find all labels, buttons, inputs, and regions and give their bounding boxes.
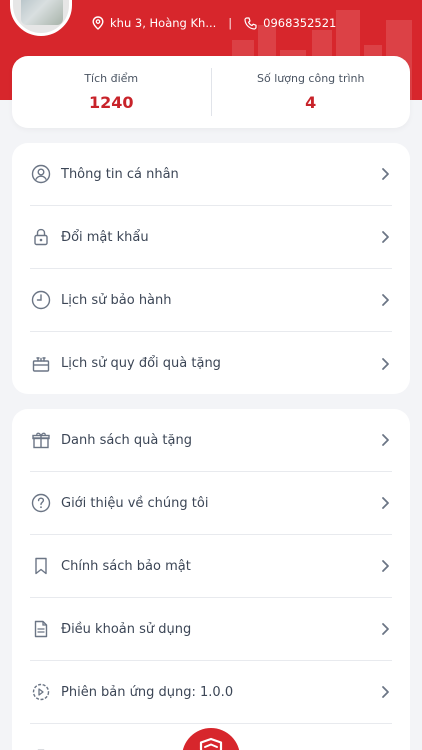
question-circle-icon xyxy=(30,492,52,514)
document-icon xyxy=(30,618,52,640)
menu-item-gift-list[interactable]: Danh sách quà tặng xyxy=(30,409,392,472)
menu-item-label: Giới thiệu về chúng tôi xyxy=(61,495,209,511)
briefcase-icon xyxy=(30,745,52,750)
gift-icon xyxy=(30,429,52,451)
chevron-right-icon xyxy=(382,560,389,572)
bookmark-icon xyxy=(30,555,52,577)
menu-item-label: Đổi mật khẩu xyxy=(61,229,149,245)
menu-item-label: Chính sách bảo mật xyxy=(61,558,191,574)
menu-item-about-us[interactable]: Giới thiệu về chúng tôi xyxy=(30,472,392,535)
info-separator: | xyxy=(228,16,233,30)
menu-item-label: Thông tin cá nhân xyxy=(61,166,179,182)
phone-icon xyxy=(244,16,257,30)
stat-projects[interactable]: Số lượng công trình 4 xyxy=(212,56,411,128)
menu-item-label: Lịch sử quy đổi quà tặng xyxy=(61,356,221,371)
menu-card-info: Danh sách quà tặng Giới thiệu về chúng t… xyxy=(12,409,410,750)
stat-value: 4 xyxy=(305,93,317,112)
location-pin-icon xyxy=(92,16,104,30)
clock-icon xyxy=(30,289,52,311)
phone-text: 0968352521 xyxy=(263,16,337,30)
menu-item-change-password[interactable]: Đổi mật khẩu xyxy=(30,206,392,269)
contact-info: khu 3, Hoàng Kh... | 0968352521 xyxy=(92,16,336,30)
address-text: khu 3, Hoàng Kh... xyxy=(110,16,217,30)
menu-item-label: Danh sách quà tặng xyxy=(61,432,192,448)
menu-item-gift-redemption-history[interactable]: Lịch sử quy đổi quà tặng xyxy=(30,332,392,395)
menu-item-label: Lịch sử bảo hành xyxy=(61,292,172,308)
avatar[interactable] xyxy=(10,0,72,36)
menu-item-warranty-history[interactable]: Lịch sử bảo hành xyxy=(30,269,392,332)
chevron-right-icon xyxy=(382,497,389,509)
menu-item-app-version[interactable]: Phiên bản ứng dụng: 1.0.0 xyxy=(30,661,392,724)
chevron-right-icon xyxy=(382,231,389,243)
chevron-right-icon xyxy=(382,168,389,180)
menu-card-account: Thông tin cá nhân Đổi mật khẩu Lịch sử b… xyxy=(12,143,410,394)
stat-points[interactable]: Tích điểm 1240 xyxy=(12,56,211,128)
stat-value: 1240 xyxy=(88,93,134,112)
chevron-right-icon xyxy=(382,294,389,306)
chevron-right-icon xyxy=(382,434,389,446)
stats-card: Tích điểm 1240 Số lượng công trình 4 xyxy=(12,56,410,128)
menu-item-terms-of-use[interactable]: Điều khoản sử dụng xyxy=(30,598,392,661)
user-circle-icon xyxy=(30,163,52,185)
menu-item-personal-info[interactable]: Thông tin cá nhân xyxy=(30,143,392,206)
stat-label: Số lượng công trình xyxy=(257,72,365,85)
shield-icon xyxy=(199,737,223,750)
chevron-right-icon xyxy=(382,686,389,698)
menu-item-label: Phiên bản ứng dụng: 1.0.0 xyxy=(61,684,234,700)
version-gear-icon xyxy=(30,681,52,703)
stat-label: Tích điểm xyxy=(84,72,139,85)
menu-item-privacy-policy[interactable]: Chính sách bảo mật xyxy=(30,535,392,598)
chevron-right-icon xyxy=(382,357,389,370)
gift-box-icon xyxy=(30,353,52,375)
menu-item-label: Điều khoản sử dụng xyxy=(61,621,192,637)
lock-icon xyxy=(30,226,52,248)
chevron-right-icon xyxy=(382,623,389,635)
